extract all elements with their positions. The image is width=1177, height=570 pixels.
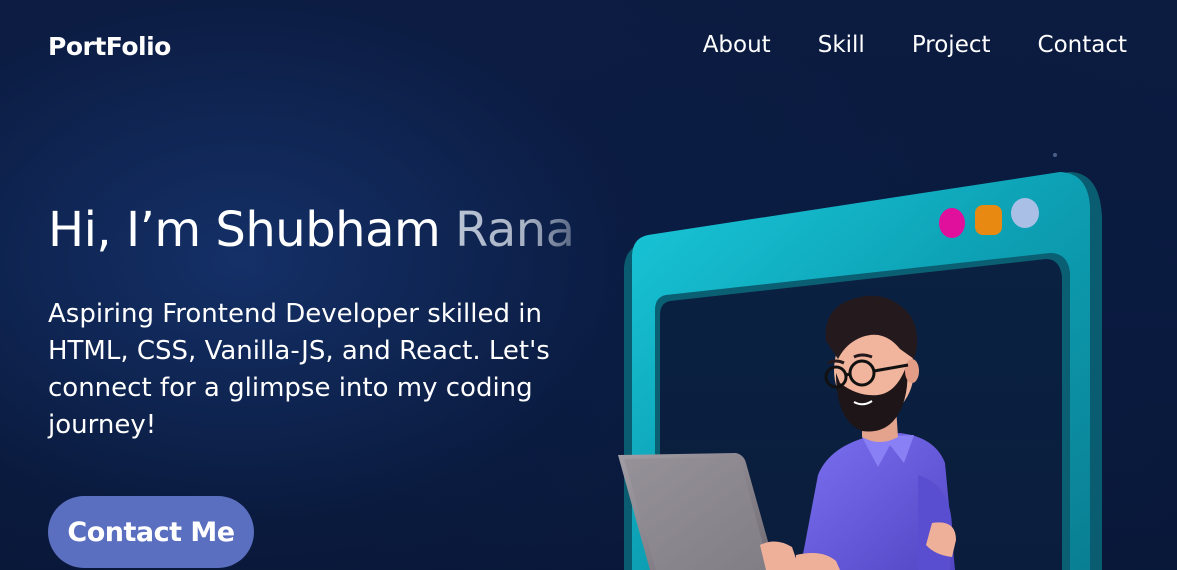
hero-title-main: Hi, I’m Shubham xyxy=(48,202,456,258)
contact-me-button[interactable]: Contact Me xyxy=(48,496,254,568)
nav-link-contact[interactable]: Contact xyxy=(1038,32,1127,58)
hero-title: Hi, I’m Shubham Rana xyxy=(48,202,575,258)
nav-link-skill[interactable]: Skill xyxy=(818,32,865,58)
star-dot xyxy=(1053,153,1057,157)
site-logo[interactable]: PortFolio xyxy=(48,32,171,61)
hero-title-fade: Rana xyxy=(455,202,575,258)
nav-link-project[interactable]: Project xyxy=(912,32,991,58)
window-dot-orange xyxy=(975,205,1002,235)
main-nav: About Skill Project Contact xyxy=(703,32,1127,58)
hero-description: Aspiring Frontend Developer skilled in H… xyxy=(48,299,550,440)
hero-illustration xyxy=(600,145,1177,570)
nav-link-about[interactable]: About xyxy=(703,32,771,58)
window-dot-blue xyxy=(1011,198,1039,228)
window-dot-pink xyxy=(939,208,965,238)
developer-illustration xyxy=(618,153,1102,570)
